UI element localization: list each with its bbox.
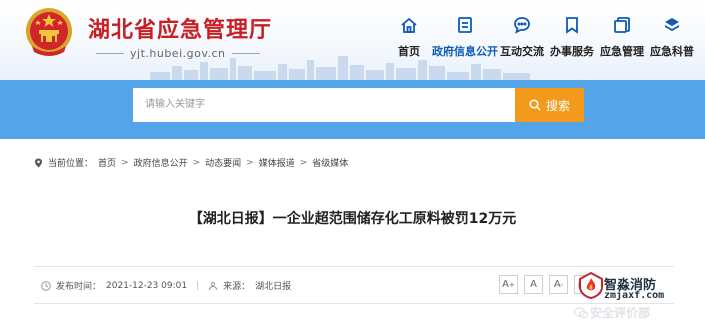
nav-item-emergency-management[interactable]: 应急管理 [600, 16, 644, 59]
watermark-overlay: 智淼消防 zmjaxf.com 安全评价部 [574, 268, 702, 326]
nav-label: 政府信息公开 [432, 45, 498, 58]
article-meta-info: 发布时间： 2021-12-23 09:01 来源： 湖北日报 [41, 279, 291, 292]
source-value: 湖北日报 [255, 282, 292, 292]
publish-time-label: 发布时间： [56, 282, 102, 292]
site-url: yjt.hubei.gov.cn [130, 47, 226, 60]
breadcrumb-separator: > [246, 157, 254, 168]
breadcrumb-item[interactable]: 动态要闻 [205, 156, 241, 169]
nav-label: 应急管理 [600, 45, 644, 58]
breadcrumb-separator: > [192, 157, 201, 168]
search-button-label: 搜索 [545, 98, 570, 113]
national-emblem-logo [26, 8, 72, 56]
nav-item-services[interactable]: 办事服务 [550, 16, 594, 59]
site-url-group: yjt.hubei.gov.cn [96, 47, 260, 60]
location-pin-icon [35, 158, 42, 167]
clock-icon [41, 280, 51, 291]
search-button[interactable]: 搜索 [515, 88, 584, 122]
breadcrumb-item[interactable]: 政府信息公开 [134, 156, 188, 169]
divider [197, 281, 199, 290]
breadcrumb-item[interactable]: 省级媒体 [312, 156, 348, 169]
document-icon [458, 17, 472, 33]
publish-time: 2021-12-23 09:01 [106, 280, 188, 291]
breadcrumb-separator: > [121, 157, 129, 168]
nav-item-emergency-science[interactable]: 应急科普 [650, 16, 694, 59]
article-title: 【湖北日报】一企业超范围储存化工原料被罚12万元 [188, 211, 517, 227]
clipboard-icon [614, 17, 630, 33]
breadcrumb-separator: > [299, 157, 308, 168]
watermark-department: 安全评价部 [590, 306, 651, 320]
nav-label: 办事服务 [550, 45, 594, 58]
divider [96, 53, 124, 54]
layers-icon [665, 18, 679, 31]
divider [231, 53, 260, 54]
breadcrumb-item[interactable]: 媒体报道 [259, 156, 295, 169]
source-label: 来源： [223, 282, 251, 292]
watermark-logo-icon [579, 271, 603, 300]
chat-icon [514, 17, 530, 34]
breadcrumb-item-home[interactable]: 首页 [98, 156, 116, 169]
nav-item-home[interactable]: 首页 [398, 16, 420, 59]
site-title[interactable]: 湖北省应急管理厅 [88, 12, 272, 44]
source-icon [209, 281, 218, 290]
search-input[interactable]: 请输入关键字 [133, 88, 515, 122]
wechat-icon [574, 307, 588, 319]
site-header: 湖北省应急管理厅 yjt.hubei.gov.cn 首页 政府信息公开 互动交流… [0, 0, 705, 80]
watermark-domain: zmjaxf.com [604, 290, 665, 301]
nav-item-government-info[interactable]: 政府信息公开 [432, 16, 498, 59]
nav-label: 互动交流 [500, 45, 544, 58]
nav-item-interaction[interactable]: 互动交流 [500, 16, 544, 59]
font-decrease-button[interactable]: A- [549, 275, 568, 294]
breadcrumb: 当前位置： 首页 > 政府信息公开 > 动态要闻 > 媒体报道 > 省级媒体 [34, 156, 348, 169]
nav-label: 应急科普 [650, 45, 694, 58]
nav-label: 首页 [398, 45, 420, 58]
home-icon [401, 17, 417, 33]
bookmark-icon [566, 17, 578, 34]
font-increase-button[interactable]: A + [499, 275, 518, 294]
font-default-button[interactable]: A [524, 275, 543, 294]
breadcrumb-prefix: 当前位置： [48, 159, 94, 169]
search-icon [529, 99, 541, 111]
